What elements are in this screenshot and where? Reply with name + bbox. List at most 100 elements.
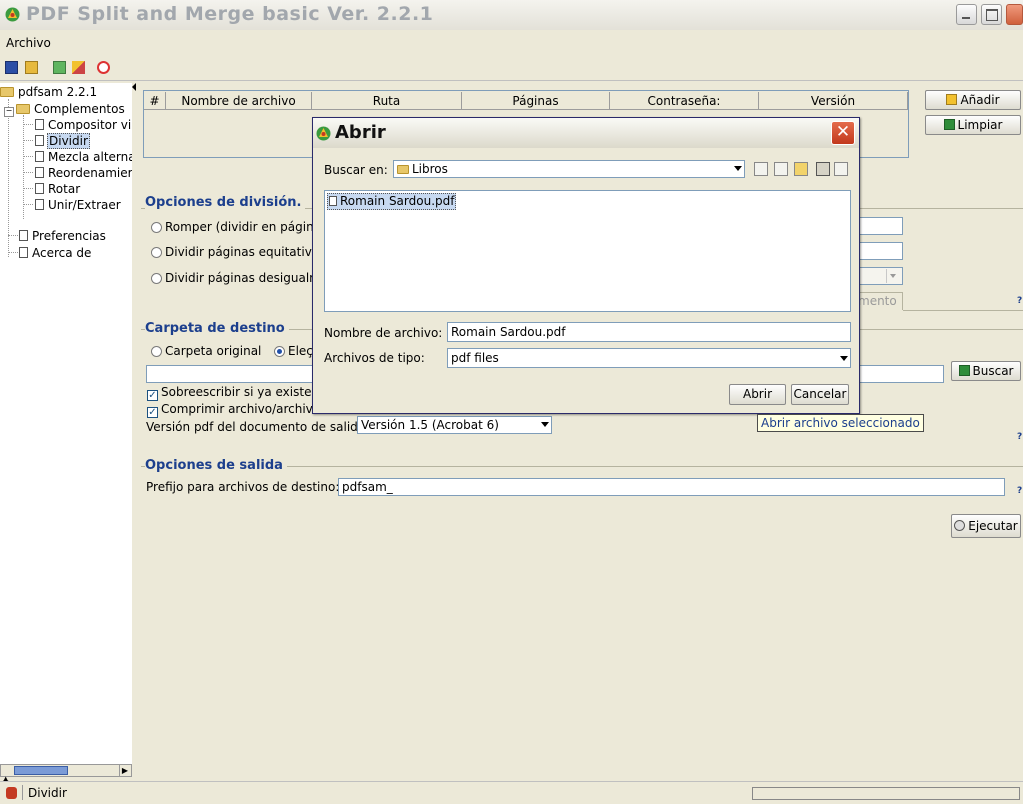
plugins-tree: pdfsam 2.2.1 − Complementos Compositor vi… [0, 83, 133, 765]
pdf-version-label: Versión pdf del documento de salida [146, 420, 366, 434]
folder-open-icon [16, 104, 30, 114]
split-option-burst[interactable]: Romper (dividir en págin [151, 220, 314, 234]
exit-icon[interactable] [97, 61, 110, 74]
clear-brush-icon[interactable] [72, 61, 85, 74]
split-pages-field-2[interactable] [855, 242, 903, 260]
menu-bar: Archivo [0, 31, 1023, 55]
tree-horizontal-scrollbar[interactable]: ▶ [0, 764, 132, 777]
col-header-ruta[interactable]: Ruta [312, 92, 462, 110]
col-header-paginas[interactable]: Páginas [462, 92, 610, 110]
col-header-index[interactable]: # [144, 92, 166, 110]
collapse-toggle-icon[interactable]: − [4, 107, 14, 117]
checkbox-checked-icon[interactable]: ✓ [147, 407, 158, 418]
look-in-label: Buscar en: [324, 163, 388, 177]
folder-icon [958, 365, 970, 376]
add-file-icon [946, 94, 958, 105]
prefix-input[interactable]: pdfsam_ [338, 478, 1005, 496]
pdf-version-combo[interactable]: Versión 1.5 (Acrobat 6) [357, 416, 552, 434]
folder-open-icon [0, 87, 14, 97]
radio-icon[interactable] [151, 222, 162, 233]
radio-original-folder[interactable]: Carpeta original [151, 344, 261, 358]
environment-icon[interactable] [53, 61, 66, 74]
open-dialog: Abrir ✕ Buscar en: Libros Romain Sardou.… [312, 117, 860, 414]
save-icon[interactable] [5, 61, 18, 74]
execute-button[interactable]: Ejecutar [951, 514, 1021, 538]
tree-complementos[interactable]: − Complementos [4, 101, 126, 117]
col-header-contrasena[interactable]: Contraseña: [610, 92, 759, 110]
menu-archivo[interactable]: Archivo [6, 36, 51, 50]
dialog-close-button[interactable]: ✕ [831, 121, 855, 145]
maximize-button[interactable] [981, 4, 1002, 25]
destination-title: Carpeta de destino [145, 321, 289, 336]
chevron-down-icon [840, 356, 848, 361]
split-pages-field-1[interactable] [855, 217, 903, 235]
browse-button[interactable]: Buscar [951, 361, 1021, 381]
document-icon [35, 151, 44, 162]
dialog-title: Abrir [335, 122, 386, 143]
status-text: Dividir [28, 786, 67, 800]
document-icon [35, 199, 44, 210]
radio-icon[interactable] [151, 247, 162, 258]
add-button[interactable]: Añadir [925, 90, 1021, 110]
scroll-thumb[interactable] [14, 766, 68, 775]
file-type-label: Archivos de tipo: [324, 351, 425, 365]
radio-icon[interactable] [151, 346, 162, 357]
open-tooltip: Abrir archivo seleccionado [757, 414, 924, 432]
chevron-down-icon [541, 422, 549, 427]
new-folder-icon[interactable] [794, 162, 808, 176]
look-in-combo[interactable]: Libros [393, 160, 745, 178]
home-icon[interactable] [774, 162, 788, 176]
tree-item-unir[interactable]: Unir/Extraer [35, 197, 122, 213]
help-icon[interactable]: ? [1017, 486, 1022, 496]
help-icon[interactable]: ? [1017, 296, 1022, 306]
file-item[interactable]: Romain Sardou.pdf [327, 193, 457, 210]
tree-item-reordenamiento[interactable]: Reordenamier [35, 165, 132, 181]
radio-choose-folder[interactable]: Eleç [274, 344, 313, 358]
split-option-uneven[interactable]: Dividir páginas desigualm [151, 271, 321, 285]
tree-item-dividir[interactable]: Dividir [35, 133, 90, 149]
tree-item-compositor[interactable]: Compositor vi [35, 117, 132, 133]
document-icon [19, 247, 28, 258]
radio-selected-icon[interactable] [274, 346, 285, 357]
checkbox-checked-icon[interactable]: ✓ [147, 390, 158, 401]
title-bar: PDF Split and Merge basic Ver. 2.2.1 [0, 0, 1023, 30]
radio-icon[interactable] [151, 273, 162, 284]
tree-item-acerca[interactable]: Acerca de [19, 245, 92, 261]
document-icon [35, 167, 44, 178]
folder-icon [397, 165, 409, 174]
output-options-title: Opciones de salida [145, 458, 287, 473]
open-folder-icon[interactable] [25, 61, 38, 74]
cancel-button[interactable]: Cancelar [791, 384, 849, 405]
scroll-right-icon[interactable]: ▶ [119, 765, 130, 776]
pdfsam-logo-icon [316, 126, 331, 141]
col-header-version[interactable]: Versión [759, 92, 908, 110]
compress-checkbox[interactable]: ✓ Comprimir archivo/archivo [147, 402, 320, 418]
close-window-button[interactable] [1006, 4, 1023, 25]
status-bar: Dividir [0, 781, 1023, 804]
prefix-label: Prefijo para archivos de destino: [146, 480, 340, 494]
overwrite-checkbox[interactable]: ✓ Sobreescribir si ya existe [147, 385, 311, 401]
minimize-button[interactable] [956, 4, 977, 25]
tree-item-mezcla[interactable]: Mezcla alterna [35, 149, 132, 165]
plugin-status-icon [6, 787, 17, 799]
file-type-combo[interactable]: pdf files [447, 348, 851, 368]
list-view-icon[interactable] [816, 162, 830, 176]
tree-item-preferencias[interactable]: Preferencias [19, 228, 107, 244]
split-size-combo[interactable] [855, 267, 903, 285]
pdfsam-logo-icon [5, 7, 20, 22]
split-options-title: Opciones de división. [145, 195, 306, 210]
file-list[interactable]: Romain Sardou.pdf [324, 190, 851, 312]
tree-root[interactable]: pdfsam 2.2.1 [0, 84, 98, 100]
clear-button[interactable]: Limpiar [925, 115, 1021, 135]
gear-icon [954, 520, 966, 531]
help-icon[interactable]: ? [1017, 432, 1022, 442]
document-icon [329, 196, 337, 206]
up-folder-icon[interactable] [754, 162, 768, 176]
tree-item-rotar[interactable]: Rotar [35, 181, 81, 197]
file-name-input[interactable]: Romain Sardou.pdf [447, 322, 851, 342]
document-icon [35, 183, 44, 194]
split-option-even[interactable]: Dividir páginas equitativa [151, 245, 319, 259]
col-header-nombre[interactable]: Nombre de archivo [166, 92, 312, 110]
open-button[interactable]: Abrir [729, 384, 786, 405]
details-view-icon[interactable] [834, 162, 848, 176]
